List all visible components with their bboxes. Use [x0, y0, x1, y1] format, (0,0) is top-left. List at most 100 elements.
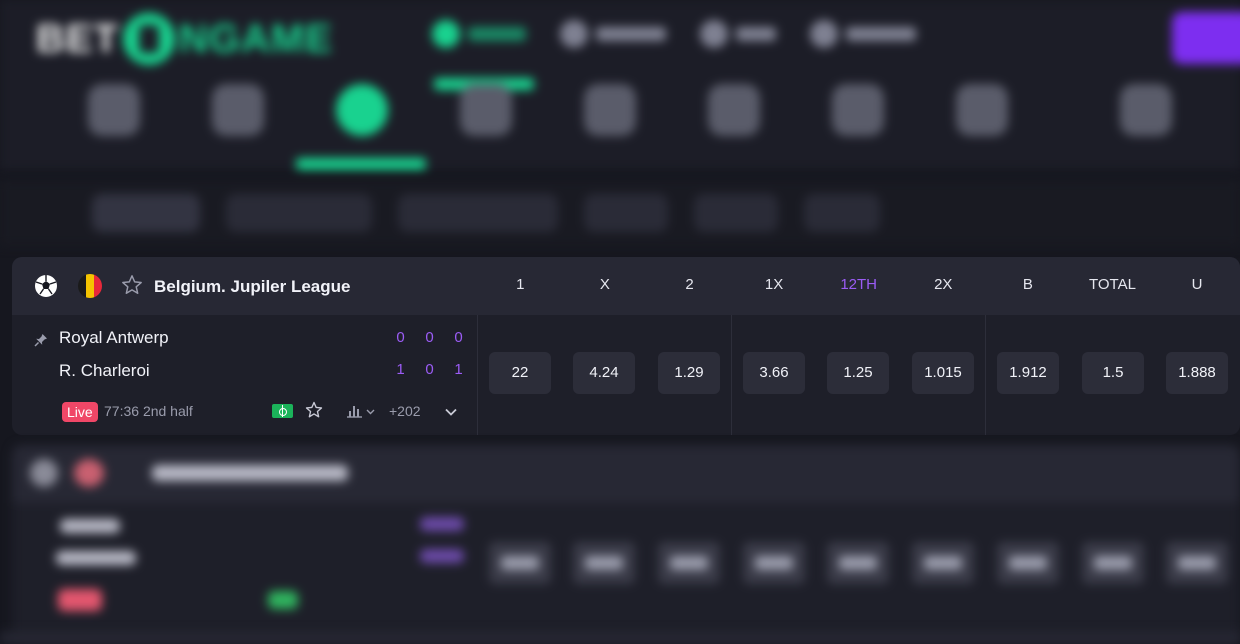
category-pingpong-icon[interactable]	[956, 84, 1008, 136]
match-info[interactable]: Royal Antwerp R. Charleroi 0 0 0 1 0 1 L…	[12, 315, 478, 435]
odds-group-divider	[985, 315, 986, 435]
odd-button-u[interactable]: 1.888	[1166, 352, 1228, 394]
flag-stripe-red	[94, 274, 102, 298]
match-period: 2nd half	[142, 403, 193, 419]
category-rocket-icon[interactable]	[212, 84, 264, 136]
sport-category-row	[88, 84, 1172, 136]
filter-chip[interactable]	[694, 194, 778, 232]
match-time: 77:36 2nd half	[104, 403, 193, 419]
column-header-b: B	[1022, 276, 1033, 293]
flag-stripe-yellow	[86, 274, 94, 298]
other-icon	[810, 20, 838, 48]
belgium-flag-icon	[78, 274, 102, 298]
match-clock: 77:36	[104, 403, 140, 419]
top-header: BET NGAME	[0, 0, 1240, 170]
category-soccer-icon[interactable]	[336, 84, 388, 136]
favorite-match-star-icon[interactable]	[305, 401, 323, 419]
odd-button-blurred[interactable]	[743, 542, 805, 584]
odd-button-b[interactable]: 1.912	[997, 352, 1059, 394]
match-row: Royal Antwerp R. Charleroi 0 0 0 1 0 1 L…	[12, 315, 1240, 435]
score-blurred	[420, 549, 464, 563]
next-card-peek	[0, 632, 1240, 644]
odds-column-headers: 1 X 2 1X 12TH 2X B TOTAL U	[478, 257, 1239, 315]
filter-chip[interactable]	[804, 194, 880, 232]
filter-chips	[92, 194, 880, 232]
odds-grid: 22 4.24 1.29 3.66 1.25 1.015 1.912 1.5 1…	[478, 315, 1240, 435]
away-score-total: 1	[396, 361, 405, 378]
odd-button-blurred[interactable]	[573, 542, 635, 584]
league-header-blurred	[12, 445, 1240, 503]
active-category-underline	[296, 158, 426, 170]
match-card: Belgium. Jupiler League 1 X 2 1X 12TH 2X…	[12, 257, 1240, 435]
chevron-down-icon[interactable]	[444, 405, 458, 419]
category-basketball-icon[interactable]	[460, 84, 512, 136]
league-title[interactable]: Belgium. Jupiler League	[154, 277, 351, 297]
column-header-total: TOTAL	[1088, 276, 1136, 293]
sport-icon	[30, 459, 58, 487]
logo-part-bet: BET	[36, 16, 119, 61]
filter-chip[interactable]	[398, 194, 558, 232]
odd-button-blurred[interactable]	[658, 542, 720, 584]
field-tracker-blurred[interactable]	[268, 591, 298, 609]
live-badge-blurred	[58, 589, 102, 611]
category-all-icon[interactable]	[88, 84, 140, 136]
column-header-u: U	[1191, 276, 1203, 293]
more-markets-count[interactable]: +202	[389, 403, 421, 419]
team-home-name: Royal Antwerp	[59, 328, 169, 347]
odd-button-1[interactable]: 22	[489, 352, 551, 394]
signup-button[interactable]	[1172, 12, 1240, 64]
category-more-icon[interactable]	[1120, 84, 1172, 136]
column-header-2: 2	[685, 276, 694, 293]
logo-coin-icon	[123, 13, 175, 65]
brand-logo[interactable]: BET NGAME	[36, 13, 333, 65]
odd-button-2[interactable]: 1.29	[658, 352, 720, 394]
away-scores: 1 0 1	[396, 361, 463, 378]
sports-icon	[432, 20, 460, 48]
league-header: Belgium. Jupiler League 1 X 2 1X 12TH 2X…	[12, 257, 1240, 315]
column-header-12th: 12TH	[840, 276, 878, 293]
esports-icon	[560, 20, 588, 48]
nav-casino[interactable]	[700, 20, 776, 48]
home-scores: 0 0 0	[396, 329, 463, 346]
nav-esports[interactable]	[560, 20, 666, 48]
column-header-1x: 1X	[764, 276, 784, 293]
odd-button-blurred[interactable]	[827, 542, 889, 584]
odd-button-blurred[interactable]	[912, 542, 974, 584]
away-score-half1: 0	[425, 361, 434, 378]
league-title-blurred[interactable]	[152, 465, 348, 481]
statistics-icon[interactable]	[346, 403, 376, 419]
odds-group-divider	[731, 315, 732, 435]
pin-icon[interactable]	[34, 333, 48, 347]
odd-button-2x[interactable]: 1.015	[912, 352, 974, 394]
odd-button-12th[interactable]: 1.25	[827, 352, 889, 394]
home-score-half1: 0	[425, 329, 434, 346]
odd-button-blurred[interactable]	[1082, 542, 1144, 584]
flag-stripe-black	[78, 274, 86, 298]
casino-icon	[700, 20, 728, 48]
category-volleyball-icon[interactable]	[708, 84, 760, 136]
odd-button-x[interactable]: 4.24	[573, 352, 635, 394]
score-blurred	[420, 517, 464, 531]
soccer-ball-icon	[35, 275, 57, 297]
column-header-1: 1	[516, 276, 525, 293]
away-score-half2: 1	[454, 361, 463, 378]
odd-button-blurred[interactable]	[997, 542, 1059, 584]
nav-other[interactable]	[810, 20, 916, 48]
odd-button-total[interactable]: 1.5	[1082, 352, 1144, 394]
home-score-half2: 0	[454, 329, 463, 346]
filter-chip[interactable]	[226, 194, 372, 232]
filter-chip[interactable]	[92, 194, 200, 232]
nav-sports[interactable]	[432, 20, 526, 48]
column-header-2x: 2X	[934, 276, 953, 293]
favorite-star-icon[interactable]	[121, 274, 143, 296]
odd-button-blurred[interactable]	[489, 542, 551, 584]
odd-button-blurred[interactable]	[1166, 542, 1228, 584]
column-header-x: X	[599, 276, 610, 293]
odd-button-1x[interactable]: 3.66	[743, 352, 805, 394]
country-flag-icon	[74, 459, 104, 487]
filter-chip[interactable]	[584, 194, 668, 232]
category-tennis-icon[interactable]	[584, 84, 636, 136]
category-hockey-icon[interactable]	[832, 84, 884, 136]
match-card-blurred	[12, 445, 1240, 644]
field-tracker-icon[interactable]	[272, 404, 293, 418]
